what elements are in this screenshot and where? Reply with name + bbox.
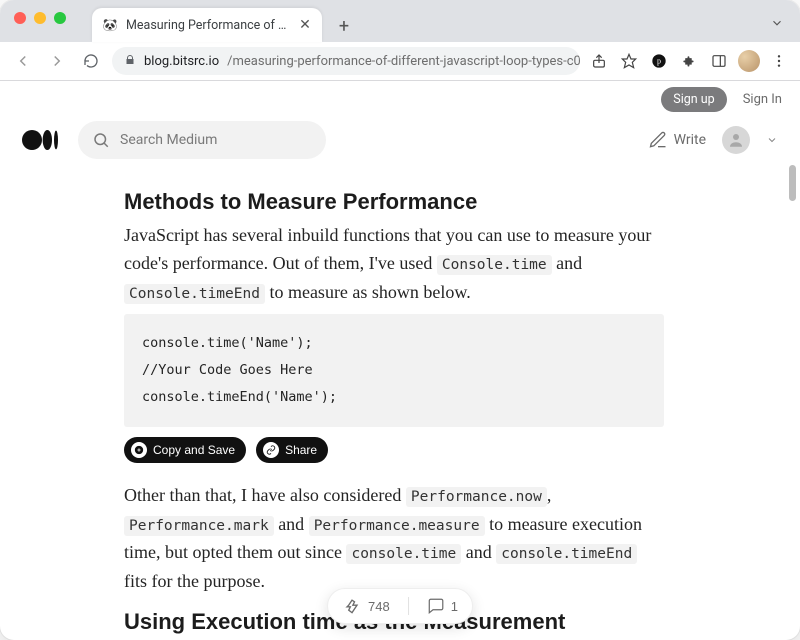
- inline-code: Console.time: [437, 255, 552, 275]
- action-pills: Copy and Save Share: [124, 437, 664, 463]
- extensions-puzzle-icon[interactable]: [678, 50, 700, 72]
- inline-code: console.time: [346, 544, 461, 564]
- clap-button[interactable]: 748: [342, 596, 390, 616]
- browser-window: 🐼 Measuring Performance of Diff ✕ + blog…: [0, 0, 800, 640]
- inline-code: Performance.mark: [124, 516, 274, 536]
- medium-logo-icon[interactable]: [22, 128, 62, 152]
- address-bar[interactable]: blog.bitsrc.io/measuring-performance-of-…: [112, 47, 580, 75]
- tabs-overflow-button[interactable]: [764, 10, 790, 36]
- side-panel-icon[interactable]: [708, 50, 730, 72]
- page-viewport: Sign up Sign In Search Medium Write: [0, 81, 800, 640]
- inline-code: Console.timeEnd: [124, 284, 265, 304]
- sign-up-button[interactable]: Sign up: [661, 87, 726, 112]
- clap-icon: [342, 596, 362, 616]
- new-tab-button[interactable]: +: [330, 12, 358, 40]
- search-placeholder: Search Medium: [120, 132, 217, 148]
- profile-avatar-icon[interactable]: [738, 50, 760, 72]
- extension-pinterest-icon[interactable]: p: [648, 50, 670, 72]
- paragraph: Other than that, I have also considered …: [124, 481, 664, 595]
- forward-button[interactable]: [44, 48, 70, 74]
- svg-text:p: p: [657, 57, 661, 66]
- search-input[interactable]: Search Medium: [78, 121, 326, 159]
- scrollbar-thumb[interactable]: [789, 165, 796, 201]
- user-menu-chevron-icon[interactable]: [766, 131, 778, 150]
- tab-title: Measuring Performance of Diff: [126, 18, 290, 33]
- section-heading: Methods to Measure Performance: [124, 189, 664, 215]
- back-button[interactable]: [10, 48, 36, 74]
- minimize-window-button[interactable]: [34, 12, 46, 24]
- comment-count: 1: [451, 599, 458, 614]
- browser-tab[interactable]: 🐼 Measuring Performance of Diff ✕: [92, 8, 322, 42]
- browser-menu-icon[interactable]: [768, 50, 790, 72]
- bookmark-star-icon[interactable]: [618, 50, 640, 72]
- search-icon: [92, 131, 110, 149]
- window-controls: [14, 12, 66, 24]
- url-domain: blog.bitsrc.io: [144, 54, 219, 69]
- titlebar: 🐼 Measuring Performance of Diff ✕ +: [0, 0, 800, 42]
- clap-count: 748: [368, 599, 390, 614]
- url-path: /measuring-performance-of-different-java…: [227, 54, 580, 69]
- share-button[interactable]: Share: [256, 437, 328, 463]
- inline-code: console.timeEnd: [496, 544, 637, 564]
- site-header: Search Medium Write: [0, 111, 800, 169]
- divider: [408, 597, 409, 615]
- share-page-icon[interactable]: [588, 50, 610, 72]
- user-avatar[interactable]: [722, 126, 750, 154]
- lock-icon: [124, 54, 136, 69]
- share-icon: [263, 442, 279, 458]
- zoom-window-button[interactable]: [54, 12, 66, 24]
- engagement-bar: 748 1: [327, 588, 473, 624]
- write-icon: [648, 130, 668, 150]
- tab-close-icon[interactable]: ✕: [298, 18, 312, 32]
- write-button[interactable]: Write: [648, 130, 706, 150]
- paragraph: JavaScript has several inbuild functions…: [124, 221, 664, 306]
- inline-code: Performance.measure: [309, 516, 485, 536]
- auth-bar: Sign up Sign In: [661, 87, 782, 112]
- sign-in-link[interactable]: Sign In: [743, 92, 782, 107]
- comment-icon: [427, 597, 445, 615]
- browser-toolbar: blog.bitsrc.io/measuring-performance-of-…: [0, 42, 800, 81]
- code-block: console.time('Name'); //Your Code Goes H…: [124, 314, 664, 427]
- tab-favicon: 🐼: [102, 17, 118, 33]
- reload-button[interactable]: [78, 48, 104, 74]
- write-label: Write: [674, 132, 706, 148]
- article-body: Methods to Measure Performance JavaScrip…: [0, 169, 664, 635]
- close-window-button[interactable]: [14, 12, 26, 24]
- save-icon: [131, 442, 147, 458]
- comment-button[interactable]: 1: [427, 597, 458, 615]
- inline-code: Performance.now: [406, 487, 547, 507]
- copy-and-save-button[interactable]: Copy and Save: [124, 437, 246, 463]
